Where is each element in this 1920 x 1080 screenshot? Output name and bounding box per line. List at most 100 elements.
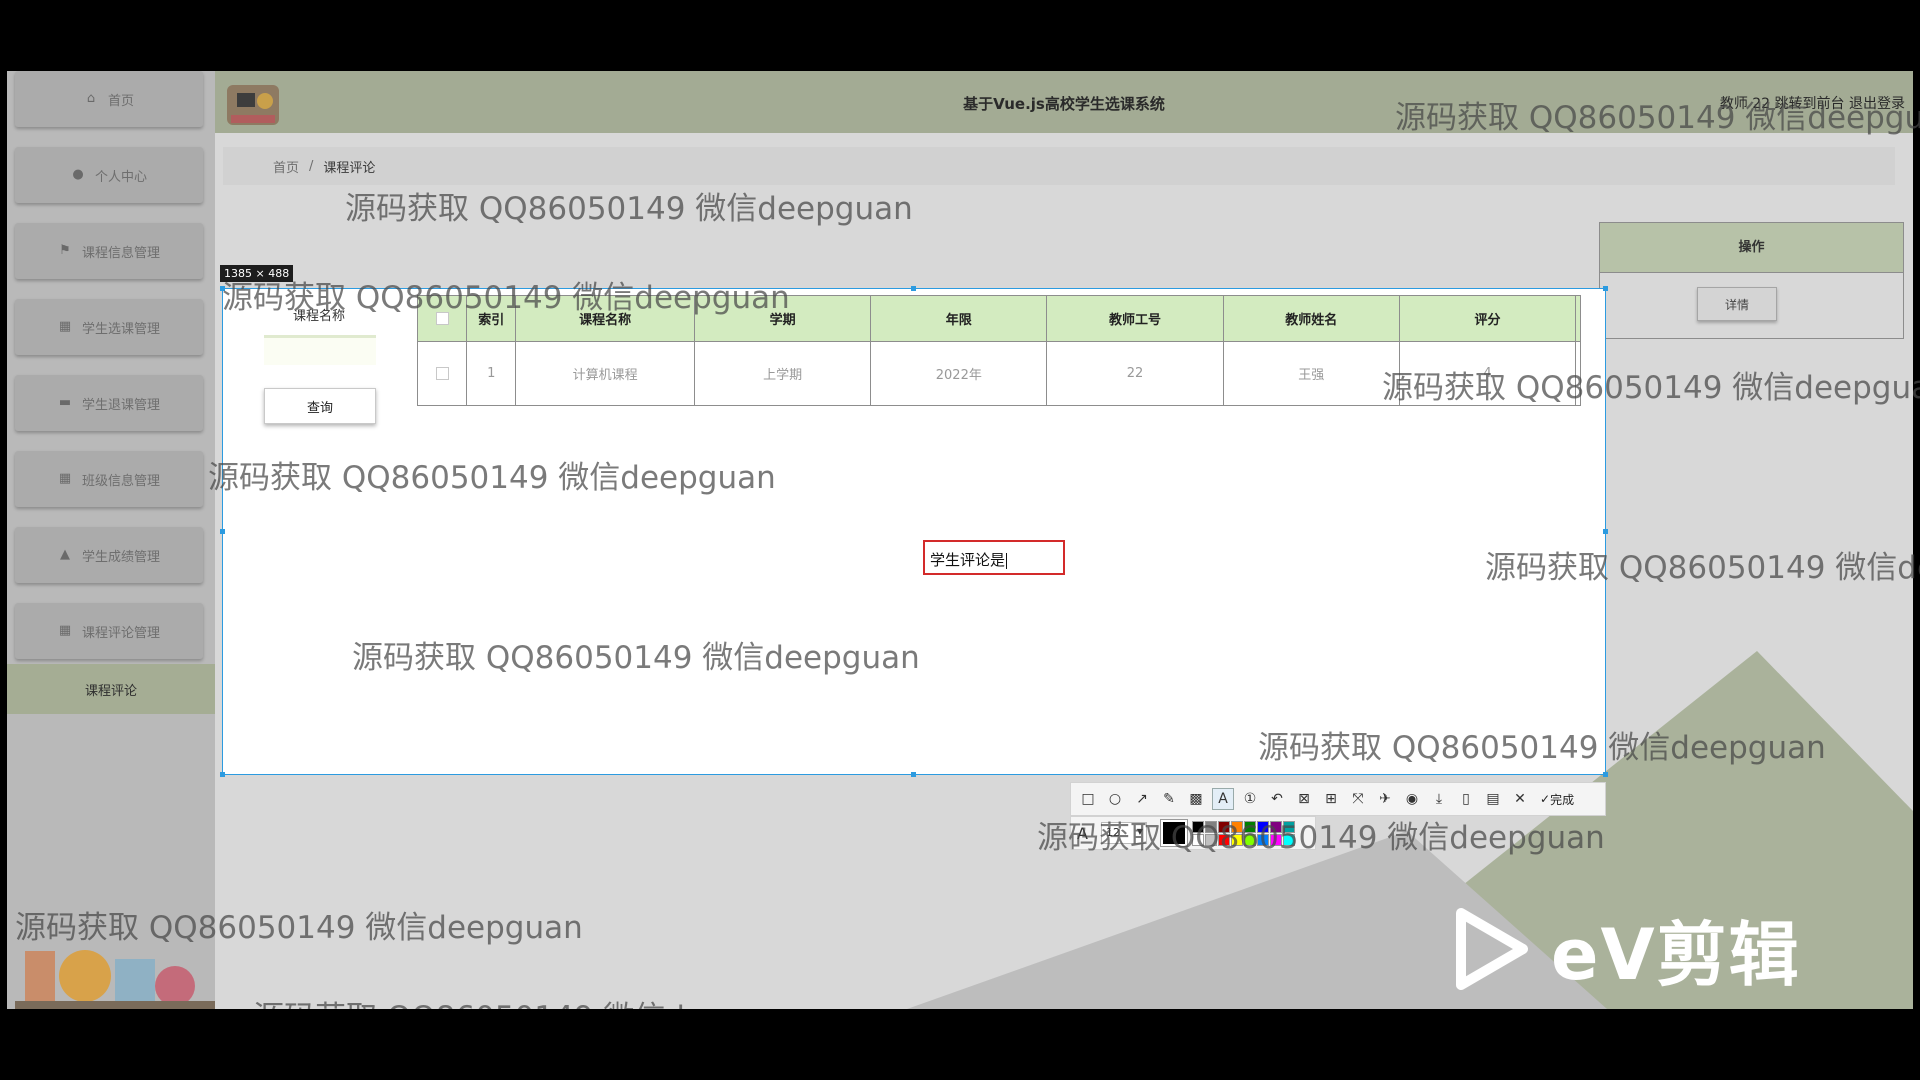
color-swatch[interactable] (1218, 833, 1230, 846)
sidebar-item-label: 学生选课管理 (81, 321, 160, 337)
grid-icon: ▦ (58, 471, 72, 486)
resize-handle-r[interactable] (1603, 529, 1608, 534)
color-swatch[interactable] (1283, 820, 1295, 833)
side-logo-image (15, 950, 215, 1009)
color-swatch[interactable] (1257, 833, 1269, 846)
course-name-input[interactable] (264, 335, 376, 365)
record-icon[interactable]: ◉ (1401, 788, 1423, 810)
row-checkbox[interactable] (435, 367, 449, 380)
resize-handle-t[interactable] (911, 286, 916, 291)
font-icon: A (1077, 823, 1088, 843)
resize-handle-br[interactable] (1603, 772, 1608, 777)
sidebar-item-course-drop[interactable]: ▬ 学生退课管理 (15, 375, 203, 431)
mosaic-tool-icon[interactable]: ▩ (1185, 788, 1207, 810)
text-style-toolbar: A 12 (1070, 816, 1316, 850)
color-swatch[interactable] (1218, 820, 1230, 833)
resize-handle-b[interactable] (911, 772, 916, 777)
sidebar-item-label: 首页 (107, 93, 134, 109)
color-swatch[interactable] (1257, 820, 1269, 833)
sidebar-item-course-selection[interactable]: ▦ 学生选课管理 (15, 299, 203, 355)
thumb-icon: ▲ (59, 547, 70, 562)
top-header: 基于Vue.js高校学生选课系统 教师 22 跳转到前台 退出登录 (215, 71, 1913, 133)
sidebar-item-course-comments[interactable]: ▦ 课程评论管理 (15, 603, 203, 659)
system-title: 基于Vue.js高校学生选课系统 (963, 95, 1165, 113)
color-swatch[interactable] (1270, 833, 1282, 846)
color-swatch[interactable] (1192, 833, 1204, 846)
detail-button[interactable]: 详情 (1697, 287, 1777, 321)
pin-icon[interactable]: ✈ (1374, 788, 1396, 810)
table-header-row: 索引 课程名称 学期 年限 教师工号 教师姓名 评分 (416, 295, 1581, 342)
screenshot-capture-region[interactable]: 课程名称 查询 索引 课程名称 学期 年限 教师工号 教师姓名 评分 1 计算机… (222, 288, 1606, 775)
text-annotation-box[interactable]: 学生评论是 (923, 540, 1065, 575)
font-size-select[interactable]: 12 (1101, 822, 1147, 844)
sidebar-item-class-info[interactable]: ▦ 班级信息管理 (15, 451, 203, 507)
done-label: 完成 (1550, 792, 1575, 807)
sidebar-item-profile[interactable]: ● 个人中心 (15, 147, 203, 203)
color-swatch[interactable] (1231, 820, 1243, 833)
select-all-cell[interactable] (416, 295, 468, 342)
rectangle-tool-icon[interactable]: □ (1077, 788, 1099, 810)
resize-handle-l[interactable] (220, 529, 225, 534)
color-swatch[interactable] (1205, 820, 1217, 833)
color-swatch[interactable] (1205, 833, 1217, 846)
resize-handle-tr[interactable] (1603, 286, 1608, 291)
ev-editor-logo: eV剪辑 (1453, 906, 1823, 996)
cell-teacher-name: 王强 (1222, 341, 1400, 406)
save-icon[interactable]: ▤ (1482, 788, 1504, 810)
color-swatch[interactable] (1244, 833, 1256, 846)
breadcrumb: 首页 / 课程评论 (223, 147, 1895, 185)
ocr-icon[interactable]: ⊠ (1293, 788, 1315, 810)
color-swatch[interactable] (1283, 833, 1295, 846)
undo-icon[interactable]: ↶ (1266, 788, 1288, 810)
number-tool-icon[interactable]: ① (1239, 788, 1261, 810)
resize-handle-tl[interactable] (220, 286, 225, 291)
row-select-cell[interactable] (416, 341, 468, 406)
sidebar-item-grades[interactable]: ▲ 学生成绩管理 (15, 527, 203, 583)
long-screenshot-icon[interactable]: ⤧ (1347, 788, 1369, 810)
select-all-checkbox[interactable] (435, 312, 449, 325)
cell-score: 4 (1398, 341, 1577, 406)
sidebar-subitem-label: 课程评论 (84, 683, 137, 699)
color-swatch[interactable] (1231, 833, 1243, 846)
done-button[interactable]: ✓ 完成 (1540, 788, 1574, 810)
header-user-links[interactable]: 教师 22 跳转到前台 退出登录 (1720, 93, 1905, 113)
phone-icon[interactable]: ▯ (1455, 788, 1477, 810)
close-icon[interactable]: ✕ (1509, 788, 1531, 810)
sidebar-item-label: 班级信息管理 (81, 473, 160, 489)
arrow-tool-icon[interactable]: ↗ (1131, 788, 1153, 810)
translate-icon[interactable]: ⊞ (1320, 788, 1342, 810)
grid-icon: ▦ (58, 623, 72, 638)
current-color-swatch[interactable] (1160, 819, 1188, 847)
breadcrumb-home[interactable]: 首页 (273, 157, 299, 176)
screen: ⌂ 首页 ● 个人中心 ⚑ 课程信息管理 ▦ 学生选课管理 ▬ 学生退课管理 ▦… (0, 0, 1920, 1080)
color-palette (1192, 820, 1295, 846)
search-button[interactable]: 查询 (264, 388, 376, 424)
play-icon (1456, 908, 1528, 990)
ticket-icon: ▬ (58, 395, 72, 410)
ellipse-tool-icon[interactable]: ○ (1104, 788, 1126, 810)
resize-handle-bl[interactable] (220, 772, 225, 777)
app-window: ⌂ 首页 ● 个人中心 ⚑ 课程信息管理 ▦ 学生选课管理 ▬ 学生退课管理 ▦… (7, 71, 1913, 1009)
color-swatch[interactable] (1192, 820, 1204, 833)
sidebar-item-label: 学生退课管理 (81, 397, 160, 413)
pencil-tool-icon[interactable]: ✎ (1158, 788, 1180, 810)
color-swatch[interactable] (1270, 820, 1282, 833)
home-icon: ⌂ (86, 91, 96, 106)
breadcrumb-separator: / (309, 158, 314, 174)
table-row-action-cell: 详情 (1599, 273, 1904, 339)
sidebar: ⌂ 首页 ● 个人中心 ⚑ 课程信息管理 ▦ 学生选课管理 ▬ 学生退课管理 ▦… (7, 71, 215, 1009)
course-comment-table: 索引 课程名称 学期 年限 教师工号 教师姓名 评分 1 计算机课程 上学期 2… (416, 295, 1581, 406)
sidebar-subitem-course-comment[interactable]: 课程评论 (7, 664, 215, 714)
text-tool-icon[interactable]: A (1212, 788, 1234, 810)
user-icon: ● (72, 167, 84, 182)
column-header: 评分 (1398, 295, 1577, 342)
column-header: 学期 (693, 295, 872, 342)
grid-icon: ▦ (58, 319, 72, 334)
text-annotation-value: 学生评论是 (930, 551, 1006, 569)
column-header-edge (1575, 295, 1581, 342)
color-swatch[interactable] (1244, 820, 1256, 833)
sidebar-item-home[interactable]: ⌂ 首页 (15, 71, 203, 127)
sidebar-item-course-info[interactable]: ⚑ 课程信息管理 (15, 223, 203, 279)
download-icon[interactable]: ⤓ (1428, 788, 1450, 810)
column-header: 教师姓名 (1222, 295, 1400, 342)
